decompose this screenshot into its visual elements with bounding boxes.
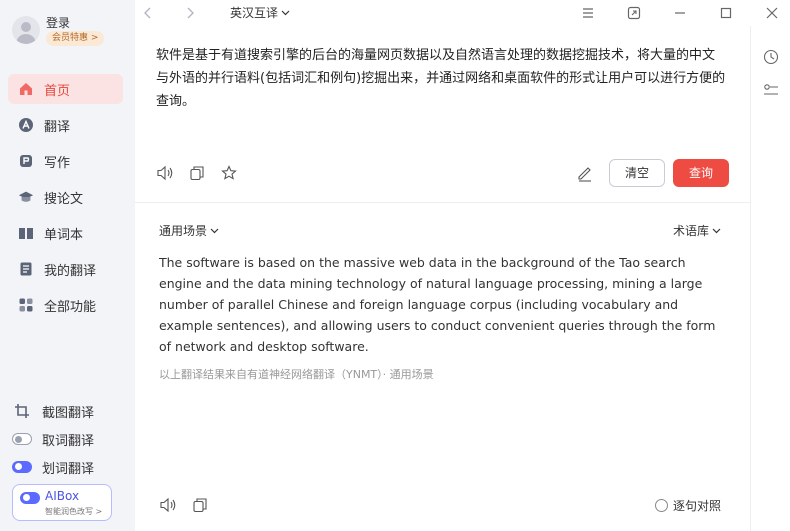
close-icon[interactable] (763, 4, 781, 22)
sidebar-item-label: 写作 (44, 155, 71, 171)
avatar[interactable] (12, 16, 40, 44)
sidebar-item-translate[interactable]: 翻译 (8, 110, 123, 140)
sidebar-item-writing[interactable]: 写作 (8, 146, 123, 176)
aibox-toggle[interactable] (20, 492, 40, 504)
source-text-input[interactable]: 软件是基于有道搜索引擎的后台的海量网页数据以及自然语言处理的数据挖掘技术，将大量… (156, 44, 726, 113)
sidebar-item-paper-search[interactable]: 搜论文 (8, 182, 123, 212)
screenshot-translate-item[interactable]: 截图翻译 (12, 397, 127, 425)
right-panel-divider (750, 26, 751, 531)
translation-result: The software is based on the massive web… (159, 255, 716, 354)
copy-icon[interactable] (188, 164, 206, 182)
sidebar: 登录 会员特惠 > 首页 翻译 写作 搜论文 单词本 我的翻译 全部功能 截图翻… (0, 0, 135, 531)
sidebar-item-wordbook[interactable]: 单词本 (8, 218, 123, 248)
edit-icon[interactable] (576, 164, 594, 182)
sentence-compare-option[interactable]: 逐句对照 (655, 497, 721, 514)
back-icon[interactable] (139, 4, 157, 22)
speaker-icon[interactable] (159, 496, 177, 514)
translation-source-note: 以上翻译结果来自有道神经网络翻译（YNMT）· 通用场景 (159, 368, 434, 381)
sidebar-nav: 首页 翻译 写作 搜论文 单词本 我的翻译 全部功能 (8, 74, 123, 326)
graduation-cap-icon (18, 189, 34, 205)
maximize-icon[interactable] (717, 4, 735, 22)
word-pick-label: 取词翻译 (42, 433, 95, 449)
user-profile[interactable]: 登录 会员特惠 > (12, 12, 132, 52)
scene-select[interactable]: 通用场景 (159, 222, 219, 239)
grid-icon (18, 297, 34, 313)
sentence-compare-radio[interactable] (655, 499, 668, 512)
sidebar-item-label: 搜论文 (44, 191, 84, 207)
sidebar-item-label: 单词本 (44, 227, 84, 243)
section-divider (135, 202, 750, 203)
login-label[interactable]: 登录 (46, 14, 70, 31)
minimize-icon[interactable] (671, 4, 689, 22)
termbase-label: 术语库 (673, 224, 710, 238)
mini-window-icon[interactable] (625, 4, 643, 22)
writing-icon (18, 153, 34, 169)
right-toolbar (762, 48, 782, 116)
selection-translate-label: 划词翻译 (42, 461, 95, 477)
home-icon (18, 81, 34, 97)
language-pair-label: 英汉互译 (230, 6, 279, 20)
translate-icon (18, 117, 34, 133)
settings-list-icon[interactable] (762, 82, 780, 100)
quick-tools: 截图翻译 取词翻译 划词翻译 (12, 397, 127, 481)
sentence-compare-label: 逐句对照 (673, 499, 722, 513)
sidebar-item-label: 全部功能 (44, 299, 97, 315)
sidebar-item-label: 翻译 (44, 119, 71, 135)
chevron-down-icon (281, 10, 290, 15)
sidebar-item-my-translations[interactable]: 我的翻译 (8, 254, 123, 284)
chevron-down-icon (210, 228, 219, 233)
query-button[interactable]: 查询 (673, 159, 729, 187)
termbase-select[interactable]: 术语库 (673, 222, 721, 239)
language-pair-select[interactable]: 英汉互译 (230, 4, 290, 21)
aibox-card[interactable]: AIBox 智能润色改写 > (12, 484, 112, 521)
forward-icon[interactable] (181, 4, 199, 22)
speaker-icon[interactable] (156, 164, 174, 182)
aibox-title: AIBox (45, 489, 80, 503)
sidebar-item-label: 首页 (44, 83, 71, 99)
word-pick-toggle[interactable] (12, 431, 32, 447)
vip-promo-badge[interactable]: 会员特惠 > (46, 31, 105, 46)
document-icon (18, 261, 34, 277)
sidebar-item-home[interactable]: 首页 (8, 74, 123, 104)
scene-label: 通用场景 (159, 224, 208, 238)
aibox-subtitle: 智能润色改写 > (45, 507, 103, 516)
menu-icon[interactable] (579, 4, 597, 22)
chevron-down-icon (712, 228, 721, 233)
copy-icon[interactable] (191, 496, 209, 514)
sidebar-item-label: 我的翻译 (44, 263, 97, 279)
title-bar: 英汉互译 (135, 0, 790, 26)
clear-button[interactable]: 清空 (609, 159, 665, 187)
screenshot-translate-label: 截图翻译 (42, 405, 95, 421)
result-toolbar (159, 496, 209, 514)
star-icon[interactable] (220, 164, 238, 182)
sidebar-item-all-features[interactable]: 全部功能 (8, 290, 123, 320)
source-toolbar (156, 164, 238, 182)
word-pick-item[interactable]: 取词翻译 (12, 425, 127, 453)
crop-icon (12, 403, 32, 419)
book-icon (18, 225, 34, 241)
selection-translate-item[interactable]: 划词翻译 (12, 453, 127, 481)
selection-translate-toggle[interactable] (12, 459, 32, 475)
history-icon[interactable] (762, 48, 780, 66)
